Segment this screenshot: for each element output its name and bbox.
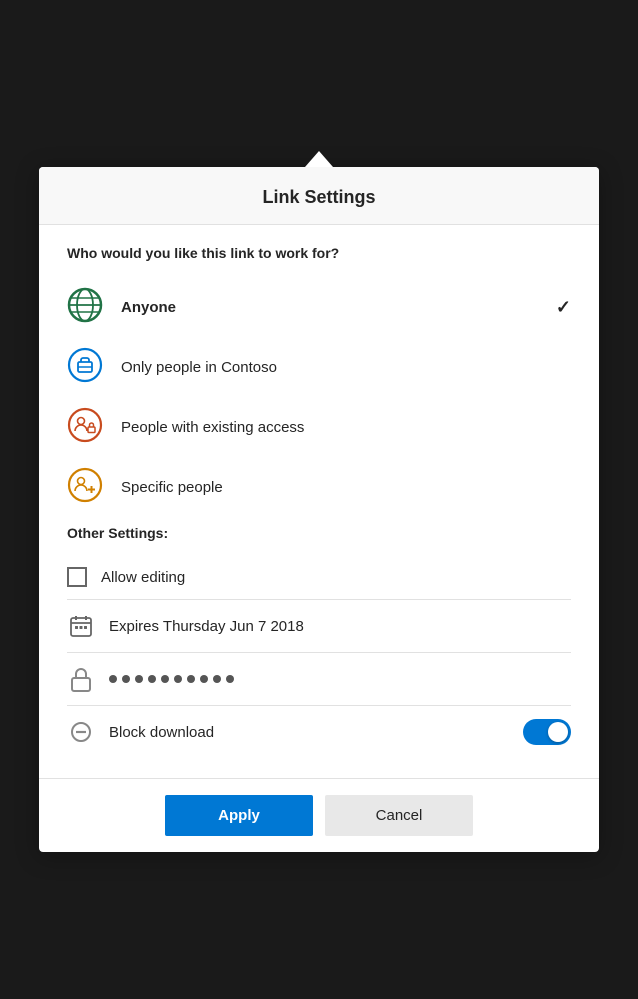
password-row[interactable] bbox=[67, 653, 571, 706]
contoso-label: Only people in Contoso bbox=[121, 359, 571, 376]
block-download-label: Block download bbox=[109, 724, 523, 741]
link-settings-modal: Link Settings Who would you like this li… bbox=[39, 167, 599, 852]
link-option-contoso[interactable]: Only people in Contoso bbox=[67, 337, 571, 397]
calendar-icon bbox=[67, 612, 95, 640]
password-dots[interactable] bbox=[109, 675, 234, 683]
allow-editing-checkbox[interactable] bbox=[67, 567, 87, 587]
anyone-icon bbox=[67, 287, 107, 327]
toggle-track bbox=[523, 719, 571, 745]
modal-wrapper: Link Settings Who would you like this li… bbox=[39, 167, 599, 852]
existing-access-icon bbox=[67, 407, 107, 447]
modal-caret bbox=[305, 151, 333, 167]
specific-people-label: Specific people bbox=[121, 479, 571, 496]
block-download-row[interactable]: Block download bbox=[67, 706, 571, 758]
link-option-specific[interactable]: Specific people bbox=[67, 457, 571, 517]
password-dot bbox=[148, 675, 156, 683]
anyone-label: Anyone bbox=[121, 299, 556, 316]
password-dot bbox=[174, 675, 182, 683]
link-option-existing[interactable]: People with existing access bbox=[67, 397, 571, 457]
modal-header: Link Settings bbox=[39, 167, 599, 225]
existing-access-label: People with existing access bbox=[121, 419, 571, 436]
password-dot bbox=[161, 675, 169, 683]
password-dot bbox=[109, 675, 117, 683]
block-download-icon bbox=[67, 718, 95, 746]
modal-body: Who would you like this link to work for… bbox=[39, 225, 599, 778]
password-dot bbox=[213, 675, 221, 683]
password-dot bbox=[122, 675, 130, 683]
expires-row[interactable]: Expires Thursday Jun 7 2018 bbox=[67, 600, 571, 653]
cancel-button[interactable]: Cancel bbox=[325, 795, 473, 836]
allow-editing-row[interactable]: Allow editing bbox=[67, 555, 571, 600]
modal-title: Link Settings bbox=[262, 187, 375, 207]
expires-label: Expires Thursday Jun 7 2018 bbox=[109, 618, 571, 635]
apply-button[interactable]: Apply bbox=[165, 795, 313, 836]
password-dot bbox=[200, 675, 208, 683]
password-dot bbox=[226, 675, 234, 683]
contoso-icon bbox=[67, 347, 107, 387]
specific-people-icon bbox=[67, 467, 107, 507]
password-dot bbox=[135, 675, 143, 683]
password-dot bbox=[187, 675, 195, 683]
anyone-checkmark: ✓ bbox=[556, 297, 571, 318]
toggle-thumb bbox=[548, 722, 568, 742]
allow-editing-label: Allow editing bbox=[101, 569, 571, 586]
block-download-toggle[interactable] bbox=[523, 719, 571, 745]
lock-icon bbox=[67, 665, 95, 693]
link-section-question: Who would you like this link to work for… bbox=[67, 245, 571, 261]
other-settings-label: Other Settings: bbox=[67, 525, 571, 541]
link-option-anyone[interactable]: Anyone ✓ bbox=[67, 277, 571, 337]
modal-footer: Apply Cancel bbox=[39, 778, 599, 852]
